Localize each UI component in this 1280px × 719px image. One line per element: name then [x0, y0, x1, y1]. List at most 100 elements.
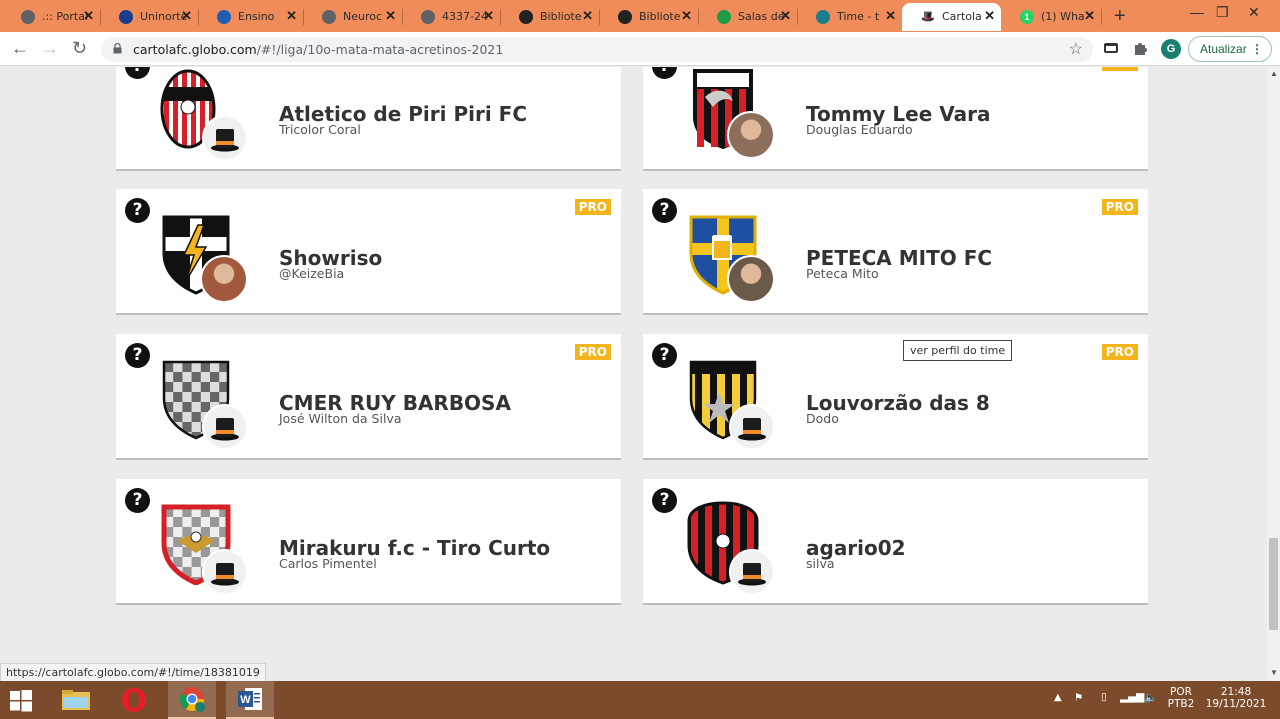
browser-tab[interactable]: 1 (1) Wha ✕ [1001, 3, 1102, 31]
chrome-taskbar-button[interactable] [168, 681, 216, 719]
file-explorer-taskbar-button[interactable] [52, 681, 100, 719]
team-card[interactable]: ? Mirakuru f.c - Tiro Curto Carlos Piment… [116, 479, 621, 605]
library-icon [519, 10, 533, 24]
windows-taskbar: W ▲ ⚑ ▯ ▂▄▆ 🔈 POR PTB2 21:48 19/11/2021 [0, 681, 1280, 719]
classroom-icon [717, 10, 731, 24]
lock-icon [113, 43, 122, 54]
close-window-icon[interactable]: ✕ [1248, 4, 1260, 21]
pro-badge: PRO [1101, 67, 1138, 71]
help-question-icon[interactable]: ? [652, 488, 677, 513]
help-question-icon[interactable]: ? [652, 198, 677, 223]
restore-window-icon[interactable]: ❐ [1216, 4, 1229, 21]
pro-badge: PRO [574, 199, 611, 215]
team-owner: Douglas Eduardo [806, 122, 913, 137]
play-icon [217, 10, 231, 24]
menu-dots-icon[interactable]: ⋮ [1251, 37, 1263, 61]
scrollbar-thumb[interactable] [1269, 538, 1278, 630]
browser-tab[interactable]: Salas de ✕ [698, 3, 798, 31]
link-status-bar: https://cartolafc.globo.com/#!/time/1838… [0, 663, 266, 682]
back-arrow-icon[interactable]: ← [11, 38, 29, 59]
close-tab-icon[interactable]: ✕ [1084, 8, 1095, 24]
team-card[interactable]: ? PRO Louvorzão das 8 Dodo [643, 334, 1148, 460]
close-tab-icon[interactable]: ✕ [181, 8, 192, 24]
globe-icon [21, 10, 35, 24]
close-tab-icon[interactable]: ✕ [780, 8, 791, 24]
cartola-globe-icon [816, 10, 830, 24]
team-card[interactable]: ? PRO PETECA MITO FC Peteca Mito [643, 189, 1148, 315]
show-hidden-icons-icon[interactable]: ▲ [1054, 692, 1062, 703]
browser-tab[interactable]: 🎩 Cartola ✕ [902, 3, 1001, 31]
scroll-down-icon[interactable]: ▼ [1270, 668, 1278, 677]
close-tab-icon[interactable]: ✕ [984, 8, 995, 24]
extensions-puzzle-icon[interactable] [1132, 40, 1148, 56]
close-tab-icon[interactable]: ✕ [582, 8, 593, 24]
system-clock[interactable]: 21:48 19/11/2021 [1205, 686, 1267, 710]
owner-avatar [727, 111, 775, 159]
close-tab-icon[interactable]: ✕ [286, 8, 297, 24]
top-hat-icon: 🎩 [921, 11, 935, 23]
new-tab-button[interactable]: + [1114, 5, 1126, 28]
volume-icon[interactable]: 🔈 [1144, 691, 1157, 704]
team-card[interactable]: ? Atletico de Piri Piri FCTricolor Coral [116, 67, 621, 171]
help-question-icon[interactable]: ? [125, 488, 150, 513]
team-owner: @KeizeBia [279, 266, 345, 281]
browser-tab-strip: .:: Portal ✕ Uninorte ✕ Ensino ✕ Neuroc ✕ 4337-2… [0, 0, 1280, 32]
browser-tab[interactable]: Bibliote ✕ [599, 3, 699, 31]
reload-icon[interactable]: ↻ [72, 38, 87, 59]
uninorte-icon [119, 10, 133, 24]
browser-tab[interactable]: Uninorte ✕ [100, 3, 199, 31]
bookmark-star-icon[interactable]: ☆ [1069, 39, 1083, 59]
team-profile-tooltip: ver perfil do time [903, 340, 1013, 361]
chrome-icon [179, 687, 205, 712]
team-card[interactable]: ? PRO CMER RUY BARBOSA José Wilton da Silv… [116, 334, 621, 460]
team-owner: José Wilton da Silva [279, 411, 402, 426]
globe-icon [322, 10, 336, 24]
tab-separator [1101, 9, 1102, 25]
top-hat-icon [202, 404, 248, 450]
minimize-window-icon[interactable]: — [1190, 4, 1204, 20]
close-tab-icon[interactable]: ✕ [681, 8, 692, 24]
page-scrollbar[interactable]: ▲ ▼ [1267, 67, 1280, 681]
top-hat-icon [202, 115, 248, 161]
close-tab-icon[interactable]: ✕ [385, 8, 396, 24]
browser-tab[interactable]: Bibliote ✕ [500, 3, 600, 31]
svg-text:W: W [240, 694, 251, 706]
close-tab-icon[interactable]: ✕ [885, 8, 896, 24]
league-team-list: ? Atletico de Piri Piri FCTricolor Coral… [0, 67, 1267, 681]
tab-title: Time - t [837, 10, 880, 23]
browser-tab[interactable]: .:: Portal ✕ [2, 3, 101, 31]
team-card[interactable]: ? agario02 silva [643, 479, 1148, 605]
help-question-icon[interactable]: ? [652, 343, 677, 368]
browser-tab[interactable]: Neuroc ✕ [303, 3, 403, 31]
word-taskbar-button[interactable]: W [226, 681, 274, 719]
tab-search-icon[interactable] [1103, 40, 1119, 56]
browser-tab[interactable]: Ensino ✕ [198, 3, 304, 31]
help-question-icon[interactable]: ? [125, 67, 150, 79]
profile-avatar[interactable]: G [1161, 39, 1181, 59]
owner-avatar [200, 255, 248, 303]
team-card[interactable]: ? PRO Showriso @KeizeBia [116, 189, 621, 315]
pro-badge: PRO [574, 344, 611, 360]
help-question-icon[interactable]: ? [652, 67, 677, 79]
network-signal-icon[interactable]: ▂▄▆ [1120, 691, 1144, 703]
browser-tab[interactable]: Time - t ✕ [797, 3, 903, 31]
update-browser-button[interactable]: Atualizar ⋮ [1188, 36, 1272, 62]
input-language-indicator[interactable]: POR PTB2 [1166, 686, 1196, 710]
scroll-up-icon[interactable]: ▲ [1270, 69, 1278, 78]
team-card[interactable]: ?PRO Tommy Lee VaraDouglas Eduardo [643, 67, 1148, 171]
address-bar[interactable]: cartolafc.globo.com/#!/liga/10o-mata-mat… [101, 37, 1093, 62]
close-tab-icon[interactable]: ✕ [83, 8, 94, 24]
help-question-icon[interactable]: ? [125, 343, 150, 368]
folder-icon [62, 690, 90, 710]
windows-start-icon[interactable] [10, 690, 32, 712]
close-tab-icon[interactable]: ✕ [483, 8, 494, 24]
help-question-icon[interactable]: ? [125, 198, 150, 223]
top-hat-icon [729, 404, 775, 450]
opera-taskbar-button[interactable] [110, 681, 158, 719]
action-flag-icon[interactable]: ⚑ [1074, 692, 1083, 704]
forward-arrow-icon[interactable]: → [41, 38, 59, 59]
battery-icon[interactable]: ▯ [1101, 691, 1107, 703]
owner-avatar [727, 255, 775, 303]
browser-tab[interactable]: 4337-24 ✕ [402, 3, 501, 31]
team-owner: Dodo [806, 411, 839, 426]
